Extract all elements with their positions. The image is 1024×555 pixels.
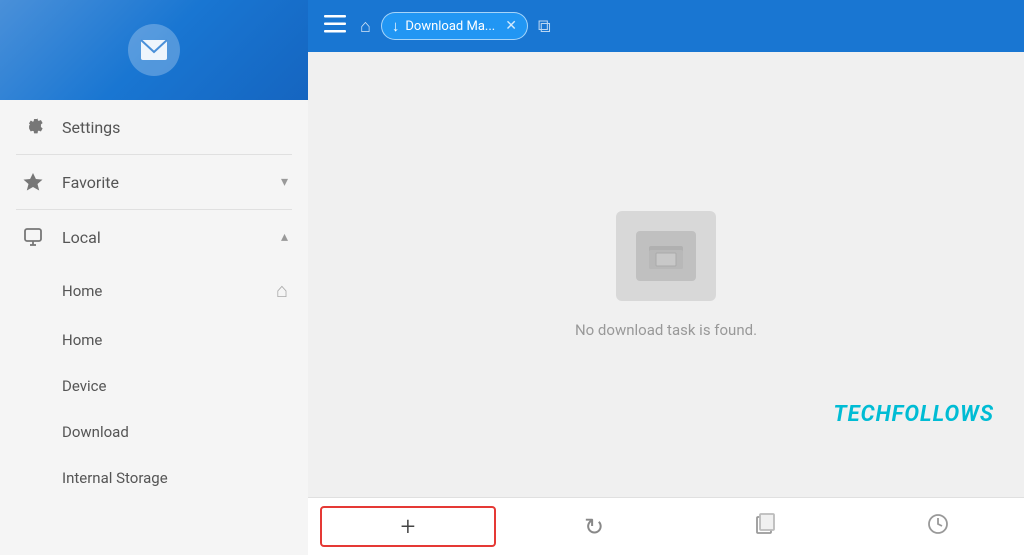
tab-extra-icon[interactable]: ⧉ [538,16,551,37]
sidebar-nav: Settings Favorite ▾ Local ▴ [0,100,308,555]
sidebar-subitem-device[interactable]: Device [0,363,308,409]
top-bar: ⌂ ↓ Download Ma... ✕ ⧉ [308,0,1024,52]
local-arrow-icon: ▴ [281,229,288,245]
internal-storage-label: Internal Storage [62,469,168,487]
files-button[interactable] [680,498,852,555]
favorite-arrow-icon: ▾ [281,174,288,190]
topbar-home-icon[interactable]: ⌂ [360,16,371,37]
sidebar-subitem-internal-storage[interactable]: Internal Storage [0,455,308,501]
home1-label: Home [62,282,102,300]
sidebar-subitem-home2[interactable]: Home [0,317,308,363]
sidebar-item-favorite[interactable]: Favorite ▾ [0,155,308,209]
local-device-icon [20,226,46,248]
gear-icon [20,116,46,138]
menu-icon[interactable] [320,10,350,42]
main-content: ⌂ ↓ Download Ma... ✕ ⧉ No download task … [308,0,1024,555]
add-icon: + [401,512,416,542]
favorite-label: Favorite [62,173,281,192]
sidebar-item-settings[interactable]: Settings [0,100,308,154]
sidebar-header [0,0,308,100]
empty-message: No download task is found. [575,321,757,339]
tab-label: Download Ma... [405,19,495,34]
content-area: No download task is found. TECHFOLLOWS [308,52,1024,497]
sidebar-item-local[interactable]: Local ▴ [0,210,308,264]
sidebar-subitem-home1[interactable]: Home ⌂ [0,264,308,317]
settings-label: Settings [62,118,288,137]
history-button[interactable] [852,498,1024,555]
files-icon [754,512,778,542]
home-icon: ⌂ [276,278,288,303]
download-label: Download [62,423,129,441]
local-label: Local [62,228,281,247]
tab-close-icon[interactable]: ✕ [505,18,517,34]
watermark: TECHFOLLOWS [833,402,994,427]
home2-label: Home [62,331,102,349]
empty-folder-inner [636,231,696,281]
sidebar-subitem-download[interactable]: Download [0,409,308,455]
download-arrow-icon: ↓ [392,17,400,35]
refresh-icon: ↻ [584,513,604,541]
empty-folder-icon [616,211,716,301]
history-icon [926,512,950,542]
refresh-button[interactable]: ↻ [508,498,680,555]
device-label: Device [62,377,106,395]
star-icon [20,171,46,193]
add-button[interactable]: + [320,506,496,547]
download-tab[interactable]: ↓ Download Ma... ✕ [381,12,528,40]
sidebar: Settings Favorite ▾ Local ▴ [0,0,308,555]
bottom-bar: + ↻ [308,497,1024,555]
mail-icon [128,24,180,76]
